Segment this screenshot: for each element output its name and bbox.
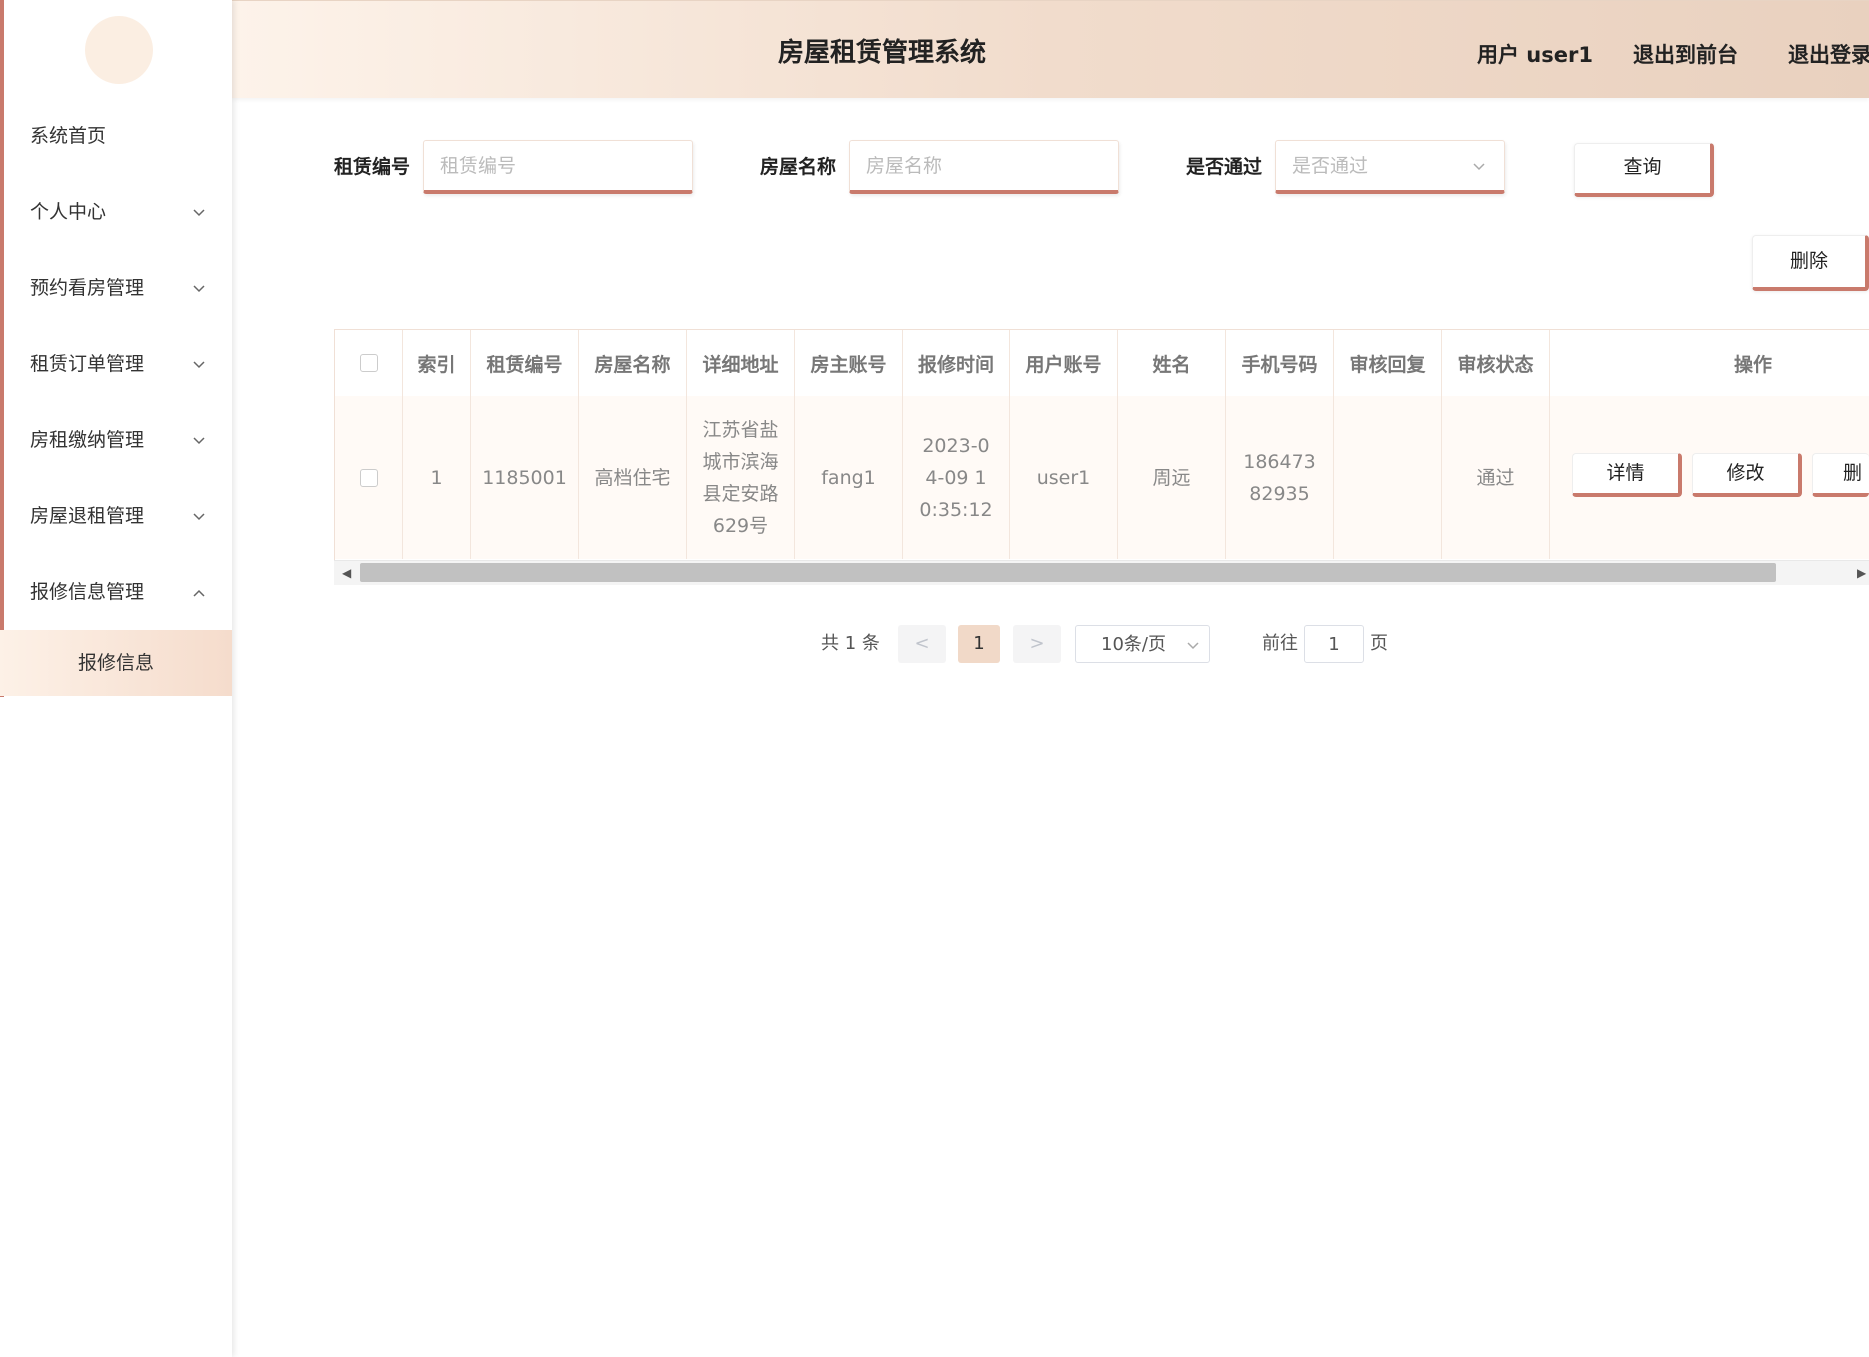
header-name: 姓名 — [1118, 330, 1226, 396]
submenu-item-repair-info[interactable]: 报修信息 — [0, 630, 232, 696]
scrollbar-thumb[interactable] — [360, 563, 1776, 582]
header-repair-time: 报修时间 — [903, 330, 1010, 396]
detail-button-label: 详情 — [1606, 462, 1645, 484]
cell-rental-no: 1185001 — [471, 396, 579, 559]
delete-button-label: 删除 — [1789, 250, 1828, 272]
sidebar-item-viewing-appointments[interactable]: 预约看房管理 — [0, 250, 232, 326]
header-actions: 操作 — [1733, 353, 1772, 376]
house-name-label: 房屋名称 — [760, 156, 837, 178]
sidebar-item-label: 预约看房管理 — [30, 277, 145, 299]
row-delete-button-label: 删除 — [1843, 462, 1863, 484]
page-number-current[interactable]: 1 — [958, 625, 1000, 663]
sidebar-menu: 系统首页 个人中心 预约看房管理 租赁订单管理 房租缴纳管理 房屋退租管理 报修… — [0, 98, 232, 696]
exit-to-front-link[interactable]: 退出到前台 — [1633, 1, 1738, 109]
header-review-status: 审核状态 — [1442, 330, 1550, 396]
page-suffix: 页 — [1370, 633, 1388, 654]
scroll-right-icon[interactable]: ▶ — [1857, 561, 1866, 585]
select-all-cell — [335, 330, 403, 396]
rental-no-input[interactable]: 租赁编号 — [423, 140, 693, 194]
sidebar-item-label: 房租缴纳管理 — [30, 429, 145, 451]
submenu-item-label: 报修信息 — [77, 652, 154, 674]
sidebar-item-label: 租赁订单管理 — [30, 353, 145, 375]
cell-address: 江苏省盐城市滨海县定安路629号 — [687, 396, 795, 559]
sidebar-item-label: 房屋退租管理 — [30, 505, 145, 527]
page-size-value: 10条/页 — [1101, 634, 1166, 655]
goto-label: 前往 — [1262, 633, 1298, 654]
query-button-label: 查询 — [1623, 156, 1662, 178]
cell-index: 1 — [403, 396, 471, 559]
sidebar-item-repair-management[interactable]: 报修信息管理 — [0, 554, 232, 630]
logout-link[interactable]: 退出登录 — [1788, 1, 1869, 109]
header-review-reply: 审核回复 — [1334, 330, 1442, 396]
sidebar-item-label: 系统首页 — [30, 125, 107, 147]
pagination-total: 共 1 条 — [821, 633, 880, 654]
chevron-down-icon — [1472, 141, 1486, 191]
page-size-select[interactable]: 10条/页 — [1075, 625, 1210, 663]
header-address: 详细地址 — [687, 330, 795, 396]
rental-no-placeholder: 租赁编号 — [440, 155, 517, 177]
header-index: 索引 — [403, 330, 471, 396]
table-header-row: 索引 租赁编号 房屋名称 详细地址 房主账号 报修时间 用户账号 姓名 手机号码… — [335, 330, 1869, 397]
sidebar-item-rental-orders[interactable]: 租赁订单管理 — [0, 326, 232, 402]
header-house-name: 房屋名称 — [579, 330, 687, 396]
avatar[interactable] — [85, 16, 153, 84]
top-header: 房屋租赁管理系统 用户 user1 退出到前台 退出登录 — [232, 0, 1869, 98]
chevron-up-icon — [192, 554, 206, 630]
query-button[interactable]: 查询 — [1574, 143, 1714, 197]
detail-button[interactable]: 详情 — [1572, 453, 1682, 497]
prev-page-button[interactable]: < — [898, 625, 946, 663]
header-user-account: 用户账号 — [1010, 330, 1118, 396]
rental-no-label: 租赁编号 — [334, 156, 411, 178]
passed-label: 是否通过 — [1186, 156, 1263, 178]
chevron-down-icon — [192, 326, 206, 402]
cell-name: 周远 — [1118, 396, 1226, 559]
chevron-down-icon — [1187, 626, 1199, 664]
cell-repair-time: 2023-04-09 10:35:12 — [903, 396, 1010, 559]
house-name-input[interactable]: 房屋名称 — [849, 140, 1119, 194]
cell-review-status: 通过 — [1442, 396, 1550, 559]
sidebar: 系统首页 个人中心 预约看房管理 租赁订单管理 房租缴纳管理 房屋退租管理 报修… — [0, 0, 232, 1357]
passed-select[interactable]: 是否通过 — [1275, 140, 1505, 194]
chevron-down-icon — [192, 174, 206, 250]
goto-page-input[interactable]: 1 — [1304, 625, 1364, 663]
scroll-left-icon[interactable]: ◀ — [342, 561, 351, 585]
sidebar-item-home[interactable]: 系统首页 — [0, 98, 232, 174]
edit-button[interactable]: 修改 — [1692, 453, 1802, 497]
select-all-checkbox[interactable] — [359, 354, 378, 372]
header-owner-account: 房主账号 — [795, 330, 903, 396]
edit-button-label: 修改 — [1726, 462, 1765, 484]
row-delete-button[interactable]: 删除 — [1812, 453, 1869, 497]
cell-house-name: 高档住宅 — [579, 396, 687, 559]
chevron-down-icon — [192, 402, 206, 478]
chevron-down-icon — [192, 250, 206, 326]
batch-delete-button[interactable]: 删除 — [1752, 235, 1869, 291]
house-name-placeholder: 房屋名称 — [866, 155, 943, 177]
sidebar-item-label: 个人中心 — [30, 201, 107, 223]
page-title: 房屋租赁管理系统 — [777, 38, 986, 68]
chevron-down-icon — [192, 478, 206, 554]
passed-placeholder: 是否通过 — [1292, 155, 1369, 177]
current-user: 用户 user1 — [1477, 43, 1593, 67]
header-rental-no: 租赁编号 — [471, 330, 579, 396]
sidebar-item-rent-payments[interactable]: 房租缴纳管理 — [0, 402, 232, 478]
cell-phone: 18647382935 — [1226, 396, 1334, 559]
header-phone: 手机号码 — [1226, 330, 1334, 396]
cell-review-reply — [1334, 396, 1442, 559]
next-page-button[interactable]: > — [1013, 625, 1061, 663]
sidebar-item-label: 报修信息管理 — [30, 581, 145, 603]
table-horizontal-scrollbar[interactable]: ◀ ▶ — [334, 560, 1869, 585]
row-checkbox[interactable] — [359, 468, 378, 487]
row-select-cell — [335, 396, 403, 559]
cell-user-account: user1 — [1010, 396, 1118, 559]
sidebar-item-personal-center[interactable]: 个人中心 — [0, 174, 232, 250]
sidebar-item-move-out[interactable]: 房屋退租管理 — [0, 478, 232, 554]
cell-owner-account: fang1 — [795, 396, 903, 559]
